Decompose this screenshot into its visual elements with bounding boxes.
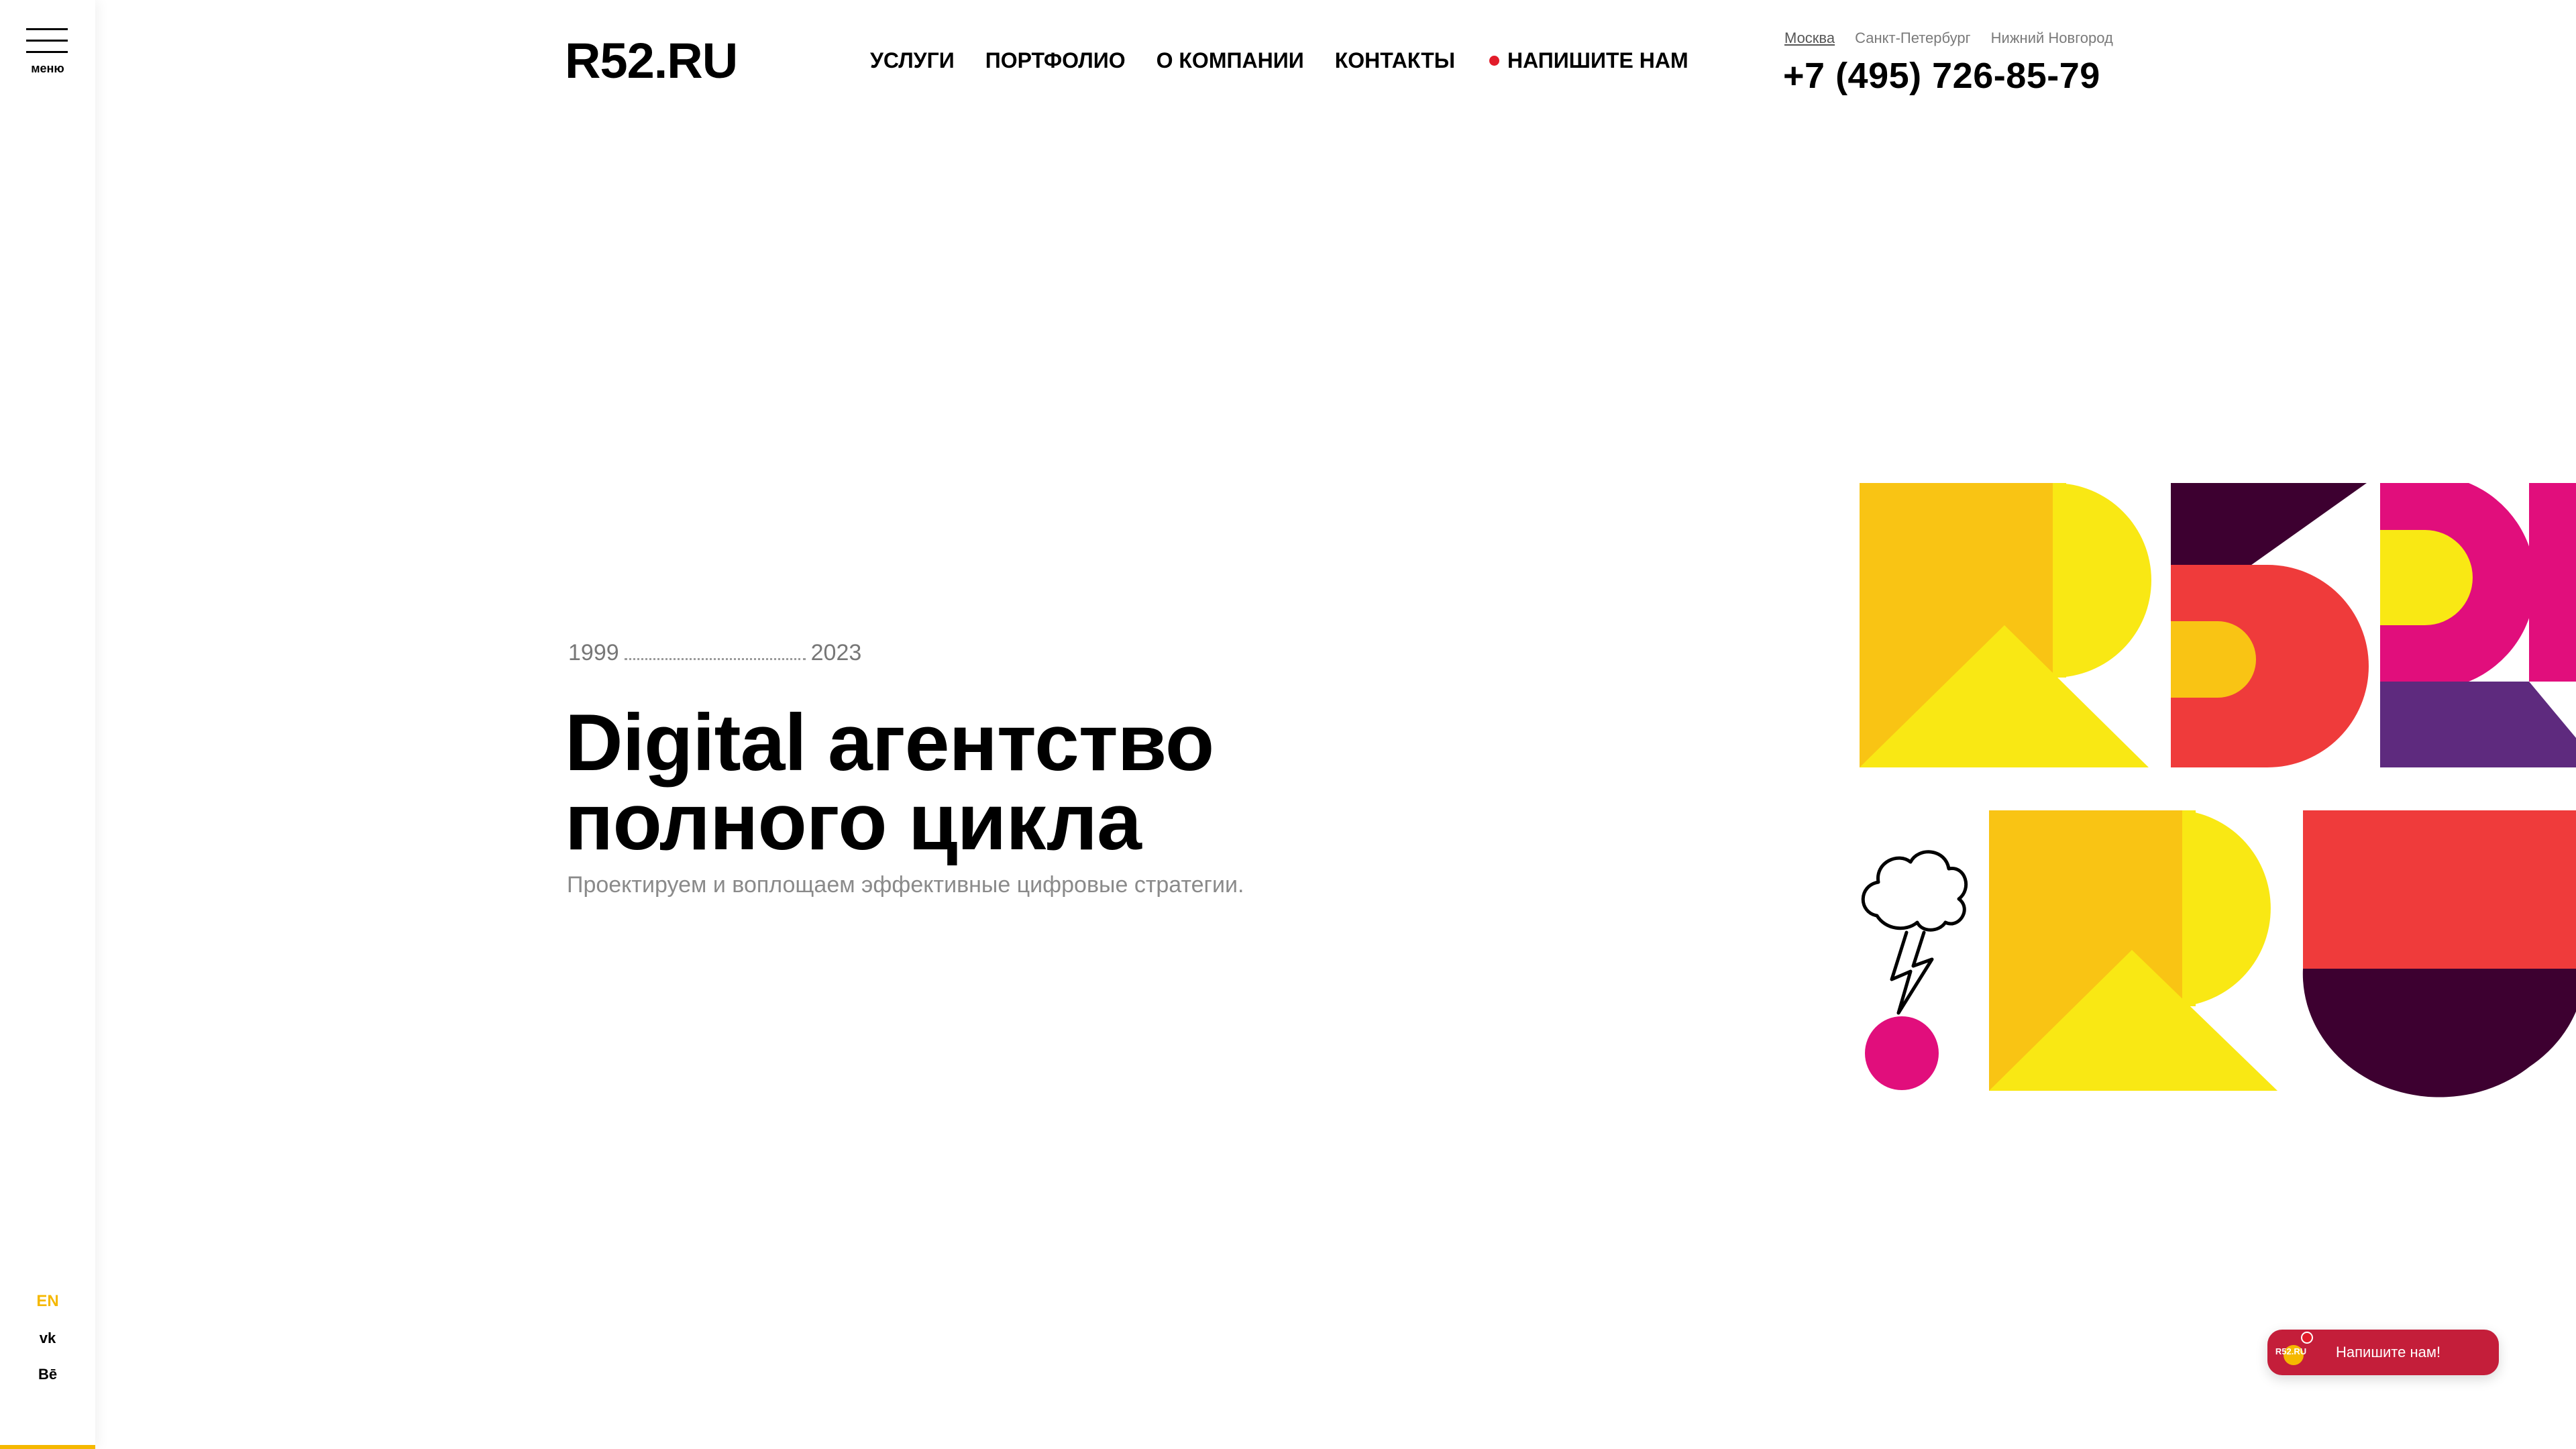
nav-about[interactable]: О КОМПАНИИ: [1157, 48, 1304, 73]
hero-subtitle: Проектируем и воплощаем эффективные цифр…: [567, 872, 1244, 898]
chat-avatar: R52.RU: [2273, 1332, 2313, 1371]
letter-u: [2302, 810, 2576, 1097]
hero-title-line1: Digital агентство: [565, 698, 1214, 788]
nav-contacts[interactable]: КОНТАКТЫ: [1335, 48, 1455, 73]
menu-label[interactable]: меню: [0, 62, 95, 76]
year-start: 1999: [568, 640, 619, 665]
city-nn[interactable]: Нижний Новгород: [1991, 30, 2113, 47]
hero-title: Digital агентство полного цикла: [565, 698, 1214, 867]
chat-avatar-text: R52.RU: [2275, 1346, 2307, 1356]
storm-cloud-icon: [1861, 850, 1968, 1015]
r52-geometric-logo: [1860, 483, 2576, 1097]
nav-services[interactable]: УСЛУГИ: [870, 48, 955, 73]
digit-5: [2171, 483, 2369, 767]
magenta-dot-icon: [1865, 1016, 1939, 1090]
years-dotted-line: [624, 658, 806, 660]
sidebar-accent-bar: [0, 1445, 95, 1449]
site-logo[interactable]: R52.RU: [565, 32, 738, 89]
city-moscow[interactable]: Москва: [1784, 30, 1835, 47]
burger-line: [26, 51, 68, 53]
write-us-link[interactable]: НАПИШИТЕ НАМ: [1489, 48, 1688, 73]
language-switch[interactable]: EN: [0, 1292, 95, 1311]
letter-r-yellow: [1860, 483, 2151, 767]
write-us-label: НАПИШИТЕ НАМ: [1507, 48, 1688, 72]
burger-line: [26, 40, 68, 42]
notification-dot-icon: [2301, 1332, 2313, 1344]
sidebar: меню EN vk Bē: [0, 0, 95, 1449]
burger-line: [26, 28, 68, 30]
digit-2: [2380, 483, 2576, 767]
year-end: 2023: [810, 640, 862, 665]
hero-title-line2: полного цикла: [565, 777, 1142, 867]
chat-widget-button[interactable]: R52.RU Напишите нам!: [2267, 1330, 2499, 1375]
nav-portfolio[interactable]: ПОРТФОЛИО: [985, 48, 1126, 73]
years-range: 1999 2023: [568, 640, 861, 666]
city-spb[interactable]: Санкт-Петербург: [1855, 30, 1971, 47]
main-nav: УСЛУГИ ПОРТФОЛИО О КОМПАНИИ КОНТАКТЫ: [870, 48, 1455, 73]
menu-burger-icon[interactable]: [26, 28, 68, 55]
letter-r-yellow-bottom: [1989, 810, 2277, 1091]
vk-icon[interactable]: vk: [0, 1330, 95, 1347]
red-dot-icon: [1489, 56, 1499, 66]
phone-number[interactable]: +7 (495) 726-85-79: [1783, 55, 2100, 97]
behance-icon[interactable]: Bē: [0, 1366, 95, 1383]
chat-label: Напишите нам!: [2336, 1344, 2441, 1360]
city-switcher: Москва Санкт-Петербург Нижний Новгород: [1784, 30, 2113, 47]
